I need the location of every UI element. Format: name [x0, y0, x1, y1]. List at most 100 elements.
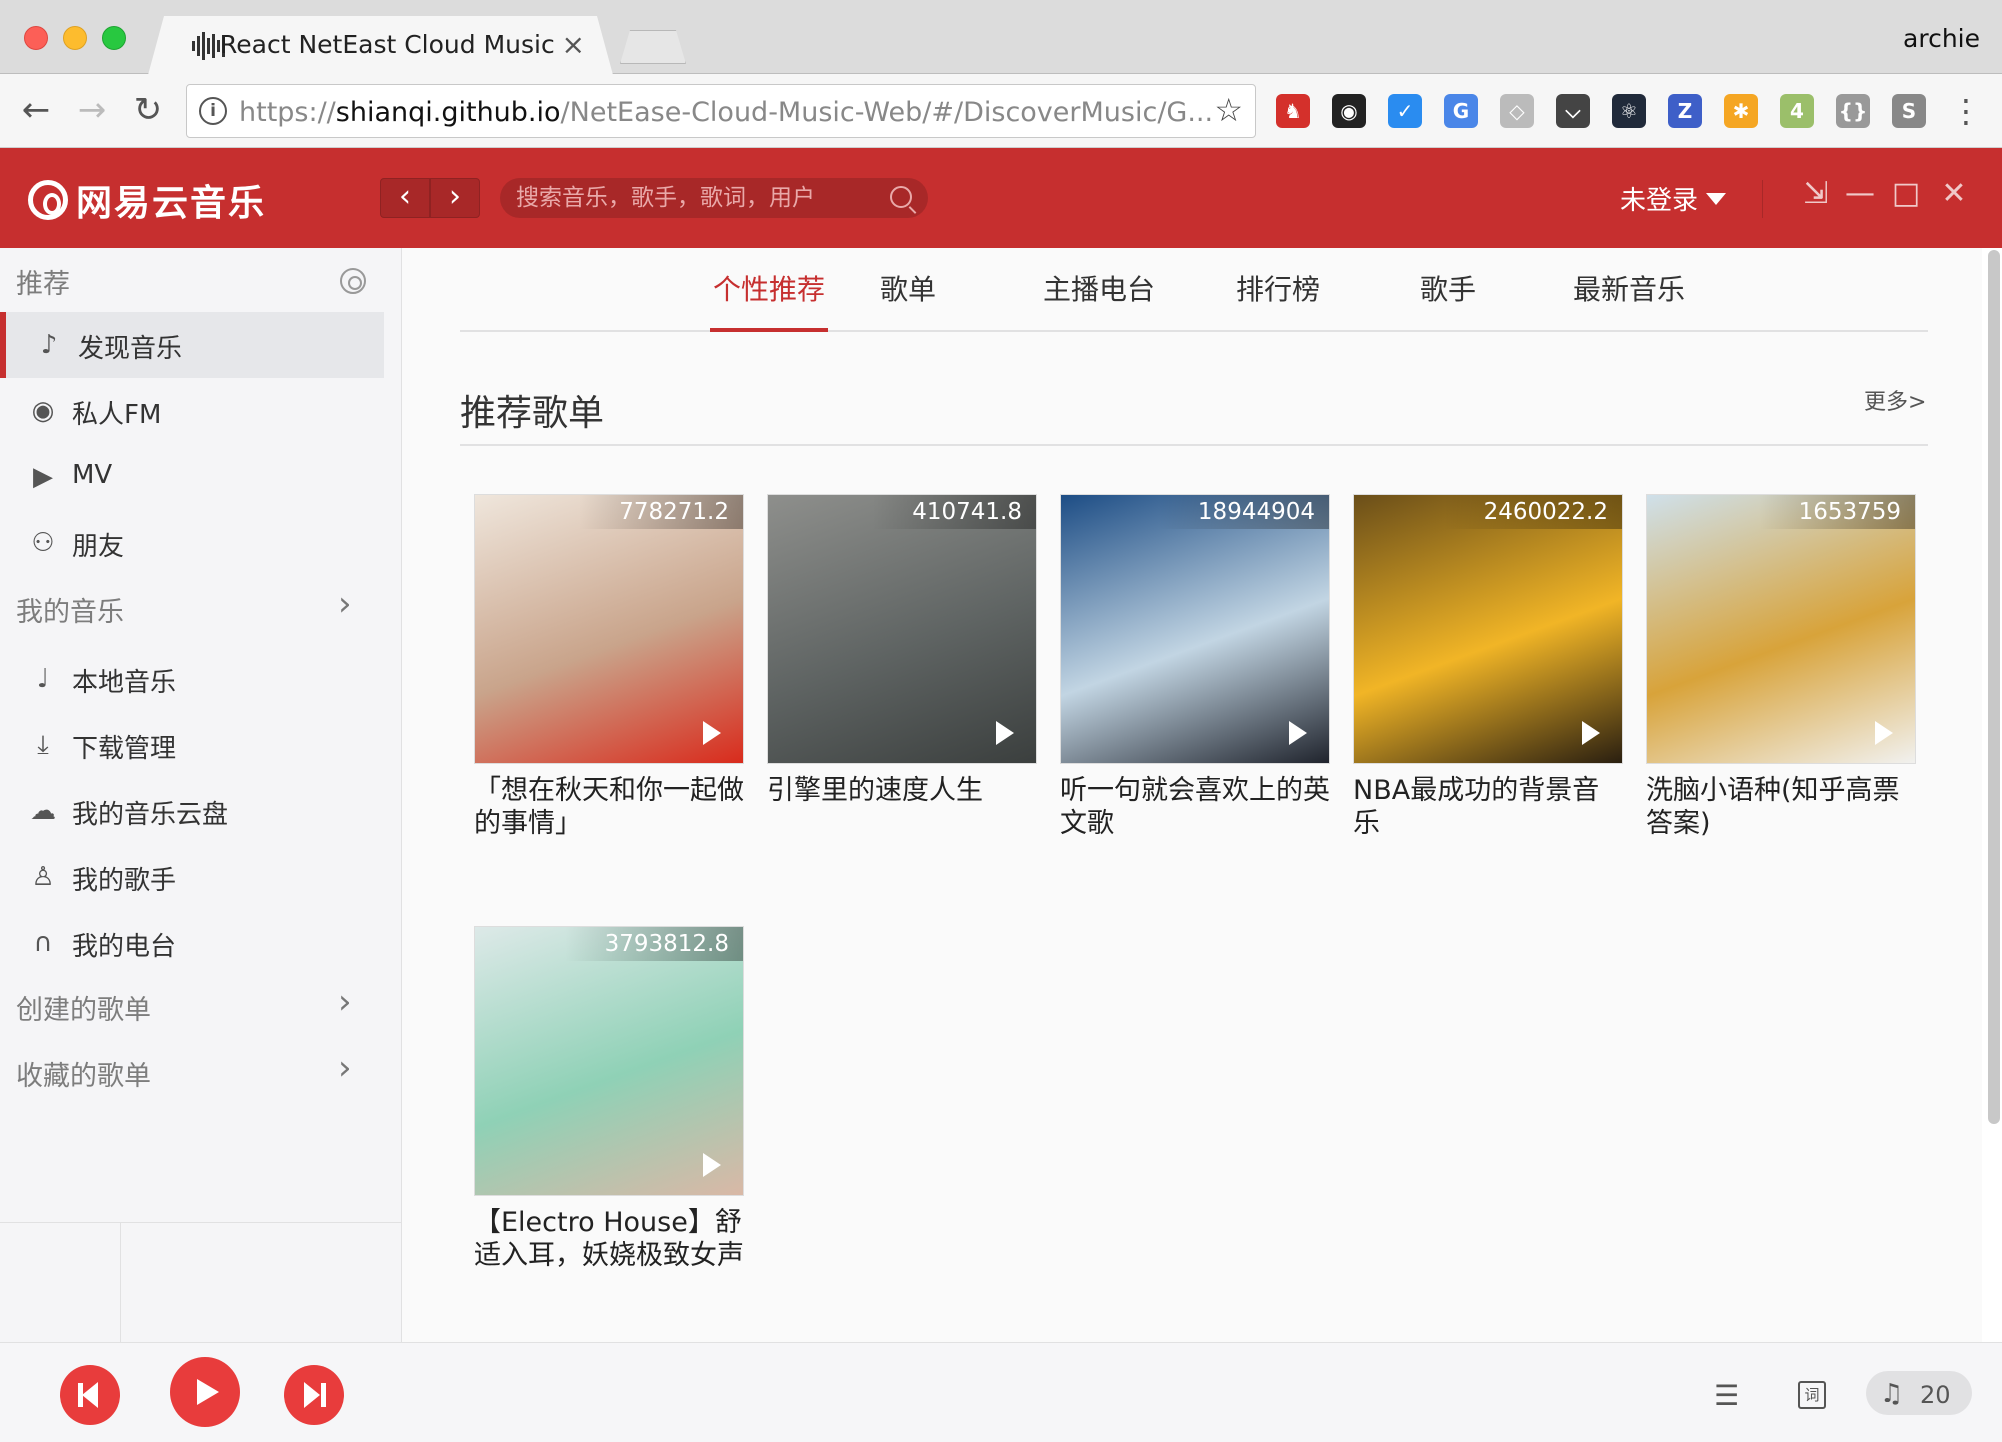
browser-tab[interactable]: React NetEast Cloud Music ×	[148, 16, 613, 75]
play-icon[interactable]	[1582, 721, 1600, 745]
history-back-button[interactable]: ‹	[380, 178, 430, 218]
sidebar-item-friends[interactable]: ⚇ 朋友	[0, 510, 384, 576]
pocket-save-extension-icon[interactable]: ✓	[1388, 94, 1422, 128]
play-icon[interactable]	[1289, 721, 1307, 745]
history-forward-button[interactable]: ›	[430, 178, 480, 218]
playlist-title[interactable]: 【Electro House】舒适入耳，妖娆极致女声	[474, 1206, 744, 1272]
playlist-cover-image[interactable]: 3793812.8	[474, 926, 744, 1196]
tab-0[interactable]: 个性推荐	[710, 268, 828, 332]
translate-extension-icon[interactable]: G	[1444, 94, 1478, 128]
react-devtools-icon[interactable]: ⚛	[1612, 94, 1646, 128]
sidebar-section-recommend: 推荐	[16, 269, 70, 300]
play-icon[interactable]	[1875, 721, 1893, 745]
more-link[interactable]: 更多>	[1864, 384, 1926, 416]
lyric-icon[interactable]: 词	[1798, 1381, 1826, 1409]
search-input[interactable]	[516, 182, 876, 214]
minimize-window-button[interactable]	[63, 26, 87, 50]
sidebar-item-label: 我的电台	[72, 932, 177, 962]
playlist-title[interactable]: 「想在秋天和你一起做的事情」	[474, 774, 744, 840]
sidebar-section-created-playlists[interactable]: 创建的歌单	[16, 988, 151, 1027]
s-extension-icon[interactable]: S	[1892, 94, 1926, 128]
playlist-title[interactable]: NBA最成功的背景音乐	[1353, 774, 1623, 840]
play-count: 3793812.8	[564, 927, 743, 961]
reload-icon[interactable]: ↻	[126, 88, 170, 132]
json-extension-icon[interactable]: {}	[1836, 94, 1870, 128]
caret-down-icon	[1706, 193, 1727, 205]
play-count: 778271.2	[579, 495, 743, 529]
sidebar-section-collected-playlists[interactable]: 收藏的歌单	[16, 1054, 151, 1093]
playlist-card[interactable]: 778271.2 「想在秋天和你一起做的事情」	[474, 494, 744, 840]
browser-tab-title: React NetEast Cloud Music	[220, 30, 555, 59]
sidebar-section-my-music[interactable]: 我的音乐	[16, 590, 124, 629]
playlist-cover-image[interactable]: 1653759	[1646, 494, 1916, 764]
search-icon[interactable]	[890, 186, 912, 208]
close-window-button[interactable]	[24, 26, 48, 50]
browser-profile-name[interactable]: archie	[1903, 24, 1980, 53]
forward-arrow-icon[interactable]: →	[70, 88, 114, 132]
login-button[interactable]: 未登录	[1620, 180, 1727, 217]
shield-extension-icon[interactable]: ◇	[1500, 94, 1534, 128]
spy-glasses-extension-icon[interactable]: ◉	[1332, 94, 1366, 128]
pocket-extension-icon[interactable]: ⌵	[1556, 94, 1590, 128]
badge-extension-icon[interactable]: 4	[1780, 94, 1814, 128]
tab-2[interactable]: 主播电台	[1040, 268, 1158, 332]
bookmark-star-icon[interactable]: ☆	[1214, 91, 1243, 129]
app-logo[interactable]: 网易云音乐	[28, 174, 266, 226]
red-horse-extension-icon[interactable]: ♞	[1276, 94, 1310, 128]
sidebar-item-podcast[interactable]: ∩ 我的电台	[0, 910, 384, 976]
playlist-card[interactable]: 2460022.2 NBA最成功的背景音乐	[1353, 494, 1623, 840]
back-arrow-icon[interactable]: ←	[14, 88, 58, 132]
playlist-card[interactable]: 1653759 洗脑小语种(知乎高票答案)	[1646, 494, 1916, 840]
playlist-card[interactable]: 410741.8 引擎里的速度人生	[767, 494, 1037, 807]
z-extension-icon[interactable]: Z	[1668, 94, 1702, 128]
play-icon[interactable]	[703, 1153, 721, 1177]
address-url[interactable]: https://shianqi.github.io/NetEase-Cloud-…	[239, 97, 1213, 128]
play-icon[interactable]	[703, 721, 721, 745]
new-tab-button[interactable]	[620, 30, 686, 64]
playlist-card[interactable]: 3793812.8 【Electro House】舒适入耳，妖娆极致女声	[474, 926, 744, 1272]
sidebar: 推荐 ♪ 发现音乐 ◉ 私人FM ▶ MV ⚇ 朋友 我的音乐 › ♩ 本地音乐 ⤓ 下载管理 ☁ 我的…	[0, 248, 402, 1343]
gear-icon[interactable]	[340, 268, 366, 294]
playlist-cover-image[interactable]: 410741.8	[767, 494, 1037, 764]
tab-5[interactable]: 最新音乐	[1570, 268, 1688, 332]
close-icon[interactable]: ✕	[1934, 174, 1974, 214]
player-bar: ☰ 词 ♫ 20	[0, 1342, 2002, 1442]
previous-track-button[interactable]	[60, 1365, 120, 1425]
chevron-right-icon[interactable]: ›	[338, 1048, 352, 1088]
mini-mode-icon[interactable]: ⇲	[1796, 174, 1836, 214]
browser-menu-icon[interactable]: ⋮	[1950, 92, 1982, 130]
sidebar-item-video[interactable]: ▶ MV	[0, 444, 384, 510]
next-track-button[interactable]	[284, 1365, 344, 1425]
sidebar-item-cloud[interactable]: ☁ 我的音乐云盘	[0, 778, 384, 844]
scrollbar-thumb[interactable]	[1988, 250, 2000, 1124]
playlist-title[interactable]: 听一句就会喜欢上的英文歌	[1060, 774, 1330, 840]
pinwheel-extension-icon[interactable]: ✱	[1724, 94, 1758, 128]
chevron-right-icon[interactable]: ›	[338, 982, 352, 1022]
play-mode-icon[interactable]: ☰	[1714, 1379, 1739, 1412]
minimize-icon[interactable]: —	[1840, 174, 1880, 214]
chevron-right-icon[interactable]: ›	[338, 584, 352, 624]
playlist-cover-image[interactable]: 2460022.2	[1353, 494, 1623, 764]
zoom-window-button[interactable]	[102, 26, 126, 50]
maximize-icon[interactable]: □	[1886, 174, 1926, 214]
sidebar-item-download[interactable]: ⤓ 下载管理	[0, 712, 384, 778]
playlist-title[interactable]: 引擎里的速度人生	[767, 774, 1037, 807]
play-icon[interactable]	[996, 721, 1014, 745]
sidebar-item-local-music[interactable]: ♩ 本地音乐	[0, 646, 384, 712]
playlist-title[interactable]: 洗脑小语种(知乎高票答案)	[1646, 774, 1916, 840]
playlist-button[interactable]: ♫ 20	[1866, 1371, 1972, 1415]
sidebar-item-radio[interactable]: ◉ 私人FM	[0, 378, 384, 444]
play-button[interactable]	[170, 1357, 240, 1427]
tab-3[interactable]: 排行榜	[1230, 268, 1326, 332]
playlist-cover-image[interactable]: 18944904	[1060, 494, 1330, 764]
site-info-icon[interactable]: i	[199, 97, 227, 125]
sidebar-item-singer[interactable]: ♙ 我的歌手	[0, 844, 384, 910]
address-bar[interactable]: i https://shianqi.github.io/NetEase-Clou…	[186, 84, 1256, 138]
sidebar-item-music-note[interactable]: ♪ 发现音乐	[0, 312, 384, 378]
playlist-card[interactable]: 18944904 听一句就会喜欢上的英文歌	[1060, 494, 1330, 840]
tab-4[interactable]: 歌手	[1410, 268, 1486, 332]
playlist-cover-image[interactable]: 778271.2	[474, 494, 744, 764]
tab-1[interactable]: 歌单	[870, 268, 946, 332]
sidebar-item-label: 朋友	[72, 532, 125, 562]
close-tab-icon[interactable]: ×	[562, 28, 585, 61]
